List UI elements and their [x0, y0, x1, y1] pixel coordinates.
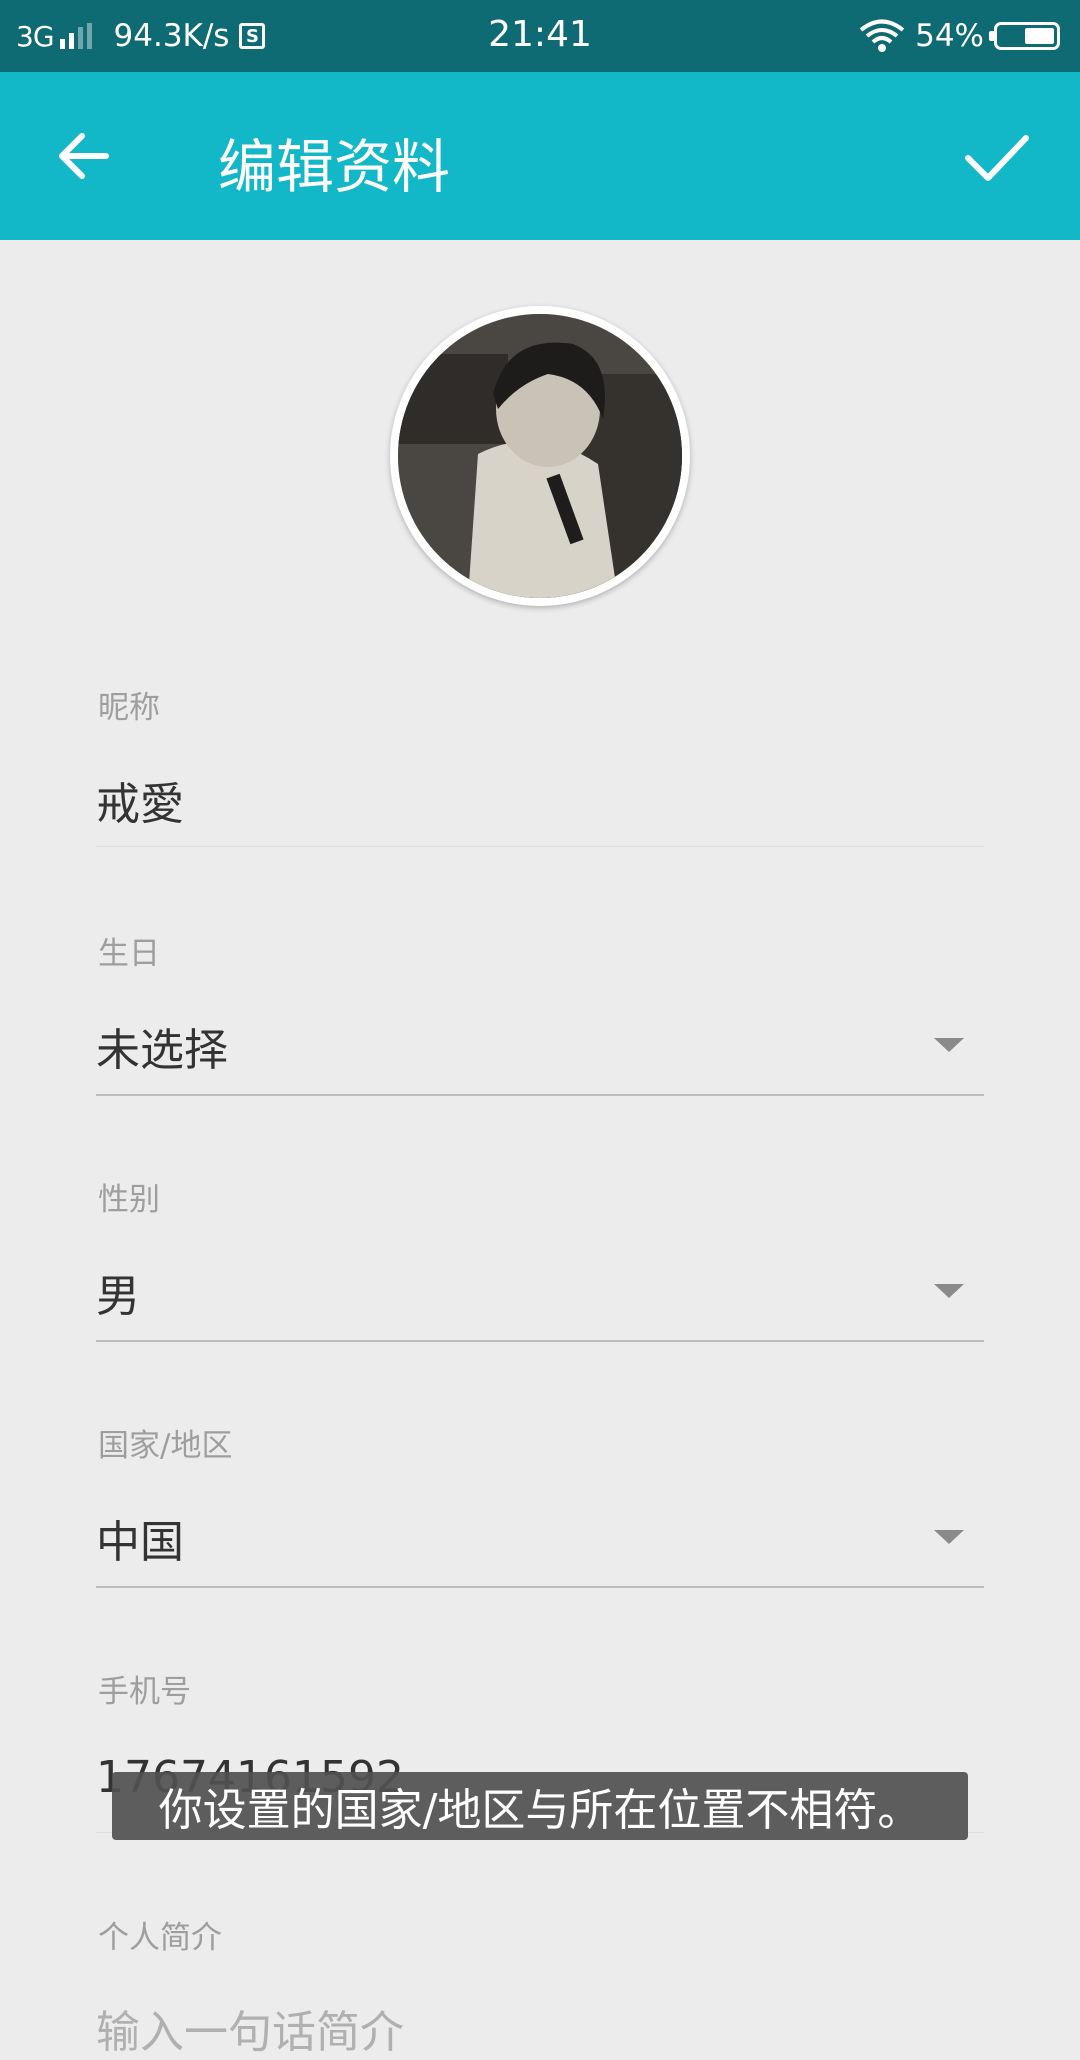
- nickname-field[interactable]: 昵称 戒愛: [96, 682, 984, 850]
- bio-input[interactable]: 输入一句话简介: [96, 1996, 404, 2060]
- chevron-down-icon[interactable]: [934, 1284, 964, 1298]
- birthday-divider: [96, 1094, 984, 1096]
- gender-label: 性别: [98, 1182, 160, 1218]
- battery-percent: 54%: [915, 18, 984, 54]
- gender-select[interactable]: 男: [96, 1260, 140, 1324]
- app-toolbar: 编辑资料: [0, 72, 1080, 240]
- bio-field[interactable]: 个人简介 输入一句话简介: [96, 1912, 984, 2058]
- page-title: 编辑资料: [218, 133, 451, 201]
- birthday-select[interactable]: 未选择: [96, 1014, 228, 1078]
- region-divider: [96, 1586, 984, 1588]
- birthday-label: 生日: [98, 936, 160, 972]
- gender-divider: [96, 1340, 984, 1342]
- chevron-down-icon[interactable]: [934, 1038, 964, 1052]
- nickname-input[interactable]: 戒愛: [96, 768, 184, 832]
- bio-label: 个人简介: [98, 1920, 222, 1956]
- nickname-divider: [96, 846, 984, 847]
- arrow-back-icon[interactable]: [44, 116, 124, 196]
- chevron-down-icon[interactable]: [934, 1530, 964, 1544]
- avatar[interactable]: [390, 306, 690, 606]
- avatar-image: [398, 314, 682, 598]
- battery-icon: [989, 22, 1060, 50]
- nickname-label: 昵称: [98, 690, 160, 726]
- gender-field[interactable]: 性别 男: [96, 1174, 984, 1344]
- status-bar: 3G 94.3K/s S 21:41 54%: [0, 0, 1080, 72]
- avatar-photo-icon: [398, 314, 682, 598]
- region-label: 国家/地区: [98, 1428, 233, 1464]
- toast-message: 你设置的国家/地区与所在位置不相符。: [112, 1772, 968, 1840]
- phone-label: 手机号: [98, 1674, 191, 1710]
- region-select[interactable]: 中国: [96, 1506, 184, 1570]
- status-right: 54%: [859, 16, 1060, 56]
- wifi-icon: [859, 19, 905, 52]
- check-icon[interactable]: [956, 116, 1036, 196]
- region-field[interactable]: 国家/地区 中国: [96, 1420, 984, 1590]
- birthday-field[interactable]: 生日 未选择: [96, 928, 984, 1098]
